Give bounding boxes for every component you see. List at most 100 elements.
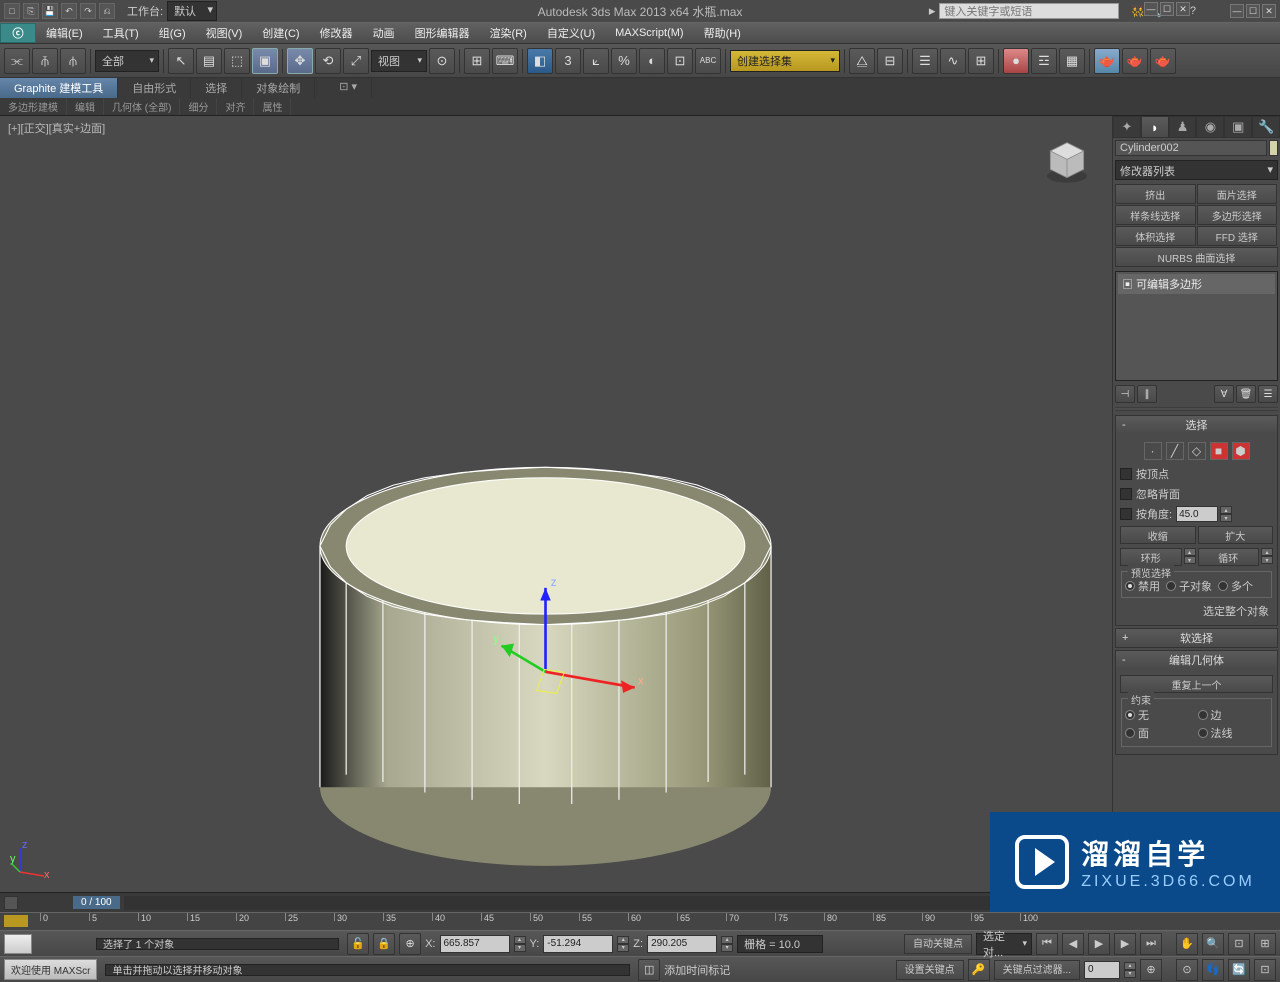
next-frame-icon[interactable]: ▶ bbox=[1114, 933, 1136, 955]
modifier-stack[interactable]: ▣ 可编辑多边形 bbox=[1115, 271, 1278, 381]
manip-icon[interactable]: ⊞ bbox=[464, 48, 490, 74]
angle-input[interactable] bbox=[1176, 506, 1218, 522]
goto-start-icon[interactable]: ⏮ bbox=[1036, 933, 1058, 955]
ref-coord-dropdown[interactable]: 视图 bbox=[371, 50, 427, 72]
minimize-button[interactable]: — bbox=[1230, 4, 1244, 18]
link-icon[interactable]: ⫘ bbox=[4, 48, 30, 74]
nav-zoom-icon[interactable]: 🔍 bbox=[1202, 933, 1224, 955]
curve-ed-icon[interactable]: ∿ bbox=[940, 48, 966, 74]
ribbon-subtab[interactable]: 对齐 bbox=[217, 98, 254, 115]
quick-modifier-button[interactable]: NURBS 曲面选择 bbox=[1115, 247, 1278, 267]
nav-walk-icon[interactable]: 👣 bbox=[1202, 959, 1224, 981]
snap-2d-icon[interactable]: ◧ bbox=[527, 48, 553, 74]
link-icon[interactable]: ⎌ bbox=[99, 3, 115, 19]
repeat-last-button[interactable]: 重复上一个 bbox=[1120, 675, 1273, 693]
constrain-face-radio[interactable] bbox=[1125, 728, 1135, 738]
spin-up-icon[interactable]: ▴ bbox=[1220, 506, 1232, 514]
menu-item[interactable]: 渲染(R) bbox=[480, 23, 537, 43]
timeline-ruler[interactable]: 0510152025303540455055606570758085909510… bbox=[0, 912, 1280, 930]
help-icon[interactable]: ? bbox=[1190, 5, 1196, 18]
render-setup-icon[interactable]: ☲ bbox=[1031, 48, 1057, 74]
abs-rel-icon[interactable]: ⊕ bbox=[399, 933, 421, 955]
lock-selection-icon[interactable]: 🔓 bbox=[347, 933, 369, 955]
doc-min-button[interactable]: — bbox=[1144, 2, 1158, 16]
menu-item[interactable]: 帮助(H) bbox=[694, 23, 751, 43]
spinner-snap-icon[interactable]: ◐ bbox=[639, 48, 665, 74]
tab-create-icon[interactable]: ✦ bbox=[1113, 116, 1141, 138]
modifier-list-dropdown[interactable]: 修改器列表 bbox=[1115, 160, 1278, 180]
select-name-icon[interactable]: ▤ bbox=[196, 48, 222, 74]
object-name-input[interactable] bbox=[1115, 140, 1267, 156]
constrain-none-radio[interactable] bbox=[1125, 710, 1135, 720]
select-icon[interactable]: ↖ bbox=[168, 48, 194, 74]
menu-item[interactable]: 创建(C) bbox=[252, 23, 309, 43]
rollout-header-editgeo[interactable]: -编辑几何体 bbox=[1116, 651, 1277, 669]
subobj-border-icon[interactable]: ◇ bbox=[1188, 442, 1206, 460]
coord-x-input[interactable] bbox=[440, 935, 510, 953]
align-icon[interactable]: ⊟ bbox=[877, 48, 903, 74]
setkey-button[interactable]: 设置关键点 bbox=[896, 960, 964, 980]
open-icon[interactable]: ⎘ bbox=[23, 3, 39, 19]
doc-max-button[interactable]: ☐ bbox=[1160, 2, 1174, 16]
ribbon-subtab[interactable]: 多边形建模 bbox=[0, 98, 67, 115]
comm-center-icon[interactable]: ◫ bbox=[638, 959, 660, 981]
menu-item[interactable]: 视图(V) bbox=[196, 23, 253, 43]
constrain-normal-radio[interactable] bbox=[1198, 728, 1208, 738]
isolate-icon[interactable]: 🔒 bbox=[373, 933, 395, 955]
quick-modifier-button[interactable]: 多边形选择 bbox=[1197, 205, 1278, 225]
rendered-frame-icon[interactable]: ▦ bbox=[1059, 48, 1085, 74]
quick-modifier-button[interactable]: 挤出 bbox=[1115, 184, 1196, 204]
show-result-icon[interactable]: ∥ bbox=[1137, 385, 1157, 403]
ribbon-tab[interactable]: 自由形式 bbox=[118, 78, 191, 98]
ribbon-tab[interactable]: 对象绘制 bbox=[242, 78, 315, 98]
bind-icon[interactable]: ⫛ bbox=[60, 48, 86, 74]
schematic-icon[interactable]: ⊞ bbox=[968, 48, 994, 74]
loop-button[interactable]: 循环 bbox=[1198, 548, 1260, 566]
key-filters-button[interactable]: 关键点过滤器... bbox=[994, 960, 1080, 980]
goto-end-icon[interactable]: ⏭ bbox=[1140, 933, 1162, 955]
add-time-tag[interactable]: 添加时间标记 bbox=[664, 962, 730, 978]
subobj-polygon-icon[interactable]: ■ bbox=[1210, 442, 1228, 460]
ribbon-tab[interactable]: Graphite 建模工具 bbox=[0, 78, 118, 98]
abc-icon[interactable]: ABC bbox=[695, 48, 721, 74]
subobj-vertex-icon[interactable]: · bbox=[1144, 442, 1162, 460]
timeline-lock-icon[interactable] bbox=[4, 896, 18, 910]
grow-button[interactable]: 扩大 bbox=[1198, 526, 1274, 544]
menu-item[interactable]: 图形编辑器 bbox=[405, 23, 480, 43]
prev-frame-icon[interactable]: ◀ bbox=[1062, 933, 1084, 955]
by-vertex-checkbox[interactable] bbox=[1120, 468, 1132, 480]
quick-modifier-button[interactable]: FFD 选择 bbox=[1197, 226, 1278, 246]
percent-snap-icon[interactable]: % bbox=[611, 48, 637, 74]
ribbon-subtab[interactable]: 几何体 (全部) bbox=[104, 98, 180, 115]
object-color-swatch[interactable] bbox=[1269, 140, 1278, 156]
app-logo-icon[interactable]: ⓒ bbox=[0, 23, 36, 43]
snap-3-icon[interactable]: 3 bbox=[555, 48, 581, 74]
menu-item[interactable]: 动画 bbox=[363, 23, 405, 43]
new-icon[interactable]: □ bbox=[4, 3, 20, 19]
configure-icon[interactable]: ☰ bbox=[1258, 385, 1278, 403]
tab-utilities-icon[interactable]: 🔧 bbox=[1252, 116, 1280, 138]
material-ed-icon[interactable]: ● bbox=[1003, 48, 1029, 74]
subobj-edge-icon[interactable]: ╱ bbox=[1166, 442, 1184, 460]
by-angle-checkbox[interactable] bbox=[1120, 508, 1132, 520]
tab-hierarchy-icon[interactable]: ♟ bbox=[1169, 116, 1197, 138]
quick-modifier-button[interactable]: 体积选择 bbox=[1115, 226, 1196, 246]
ribbon-subtab[interactable]: 属性 bbox=[254, 98, 291, 115]
ribbon-subtab[interactable]: 编辑 bbox=[67, 98, 104, 115]
nav-fov-icon[interactable]: ⊡ bbox=[1228, 933, 1250, 955]
subobj-element-icon[interactable]: ⬢ bbox=[1232, 442, 1250, 460]
undo-icon[interactable]: ↶ bbox=[61, 3, 77, 19]
time-config-icon[interactable]: ⊕ bbox=[1140, 959, 1162, 981]
angle-snap-icon[interactable]: ⟀ bbox=[583, 48, 609, 74]
ring-button[interactable]: 环形 bbox=[1120, 548, 1182, 566]
region-rect-icon[interactable]: ⬚ bbox=[224, 48, 250, 74]
frame-indicator[interactable]: 0 / 100 bbox=[73, 896, 120, 909]
scale-icon[interactable]: ⤢ bbox=[343, 48, 369, 74]
nav-zoom-all-icon[interactable]: ⊞ bbox=[1254, 933, 1276, 955]
save-icon[interactable]: 💾 bbox=[42, 3, 58, 19]
nav-max-icon[interactable]: ⊡ bbox=[1254, 959, 1276, 981]
edged-faces-icon[interactable]: ⊡ bbox=[667, 48, 693, 74]
play-icon[interactable]: ▶ bbox=[1088, 933, 1110, 955]
remove-mod-icon[interactable]: 🗑 bbox=[1236, 385, 1256, 403]
menu-item[interactable]: 编辑(E) bbox=[36, 23, 93, 43]
